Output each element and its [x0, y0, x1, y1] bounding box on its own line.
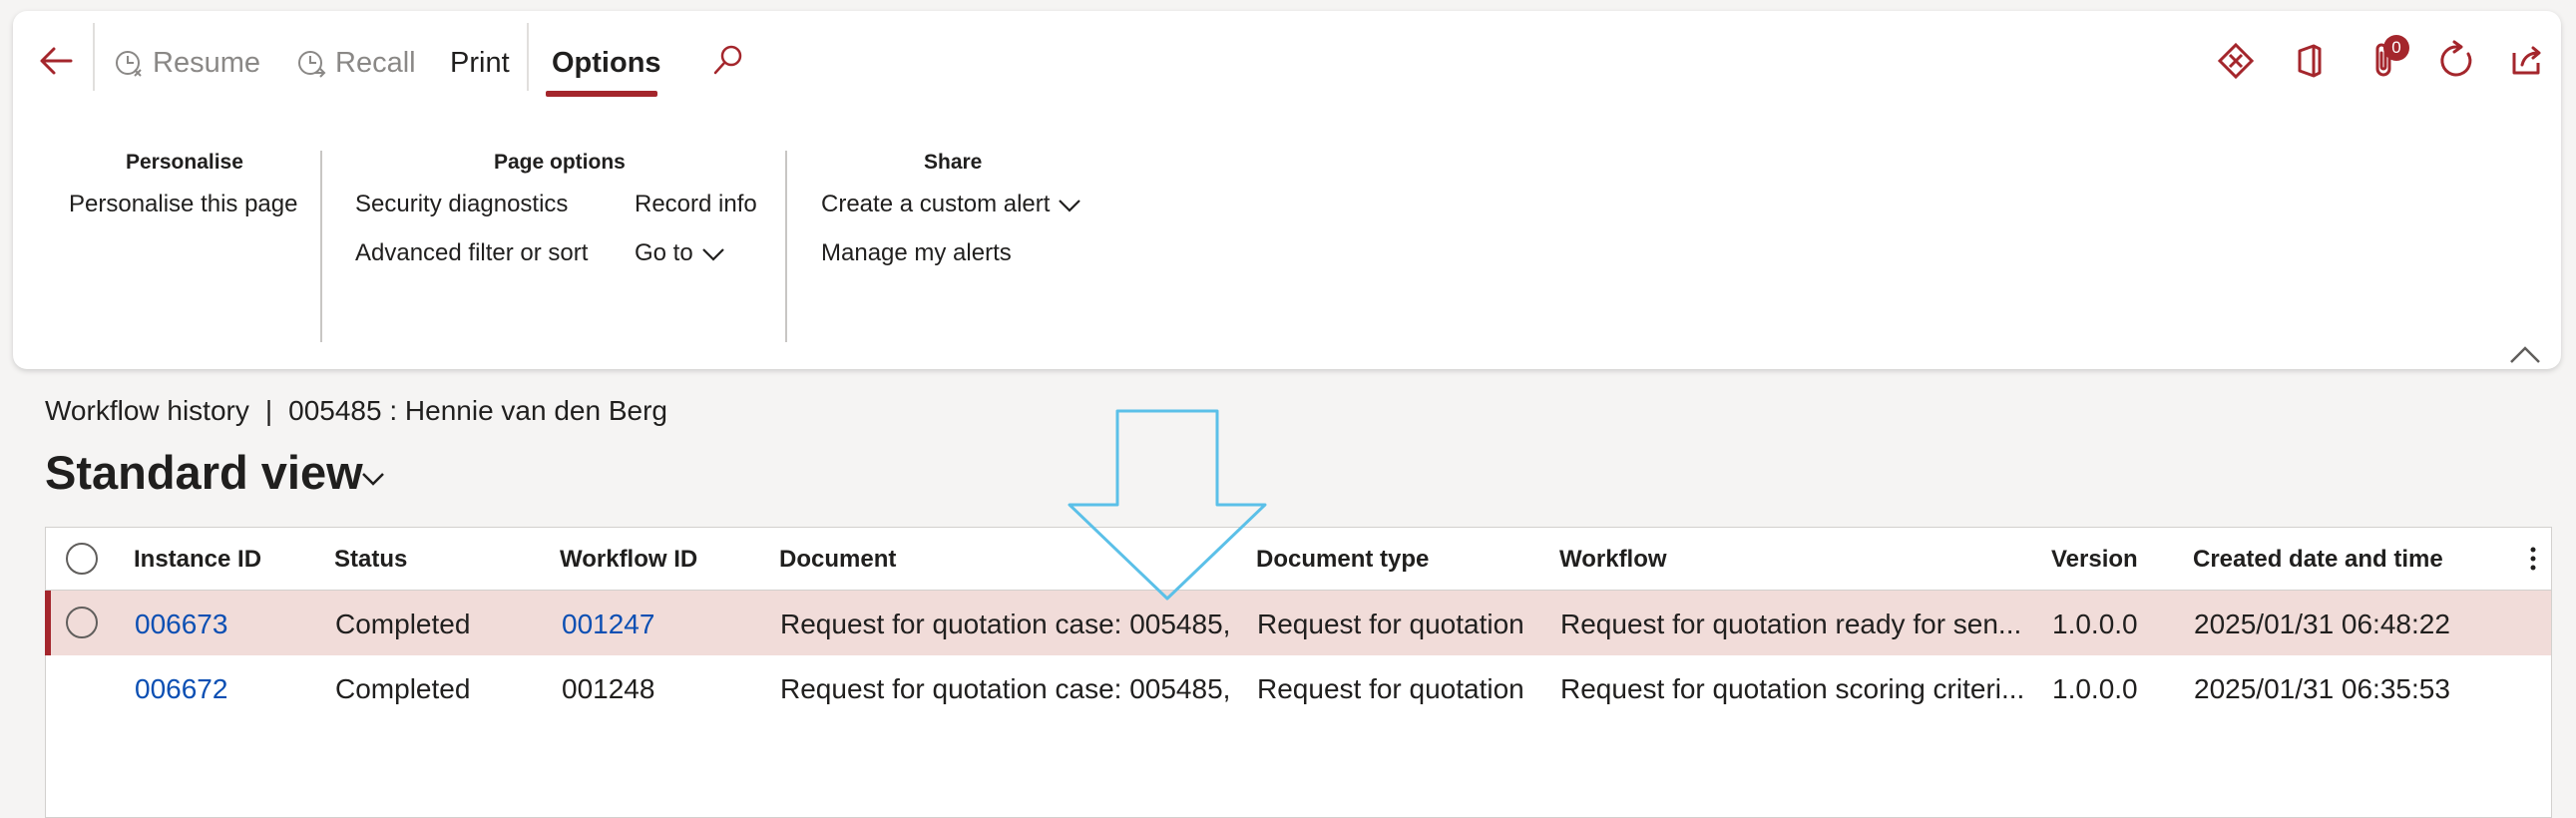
column-header-document[interactable]: Document [779, 546, 896, 574]
table-row[interactable]: 006672 Completed 001248 Request for quot… [46, 655, 2551, 720]
personalise-this-page-button[interactable]: Personalise this page [69, 191, 297, 218]
share-group-title: Share [924, 151, 983, 174]
status-cell: Completed [335, 673, 471, 704]
created-date-cell: 2025/01/31 06:48:22 [2194, 609, 2450, 639]
go-to-button[interactable]: Go to [635, 239, 725, 267]
recall-label: Recall [335, 47, 416, 79]
manage-my-alerts-button[interactable]: Manage my alerts [821, 239, 1012, 267]
table-row[interactable]: 006673 Completed 001247 Request for quot… [45, 591, 2551, 655]
document-type-cell: Request for quotation [1257, 609, 1524, 639]
print-tab[interactable]: Print [450, 35, 510, 91]
breadcrumb-separator: | [264, 395, 273, 426]
workflow-id-cell: 001248 [562, 673, 655, 704]
workflow-history-grid: Instance ID Status Workflow ID Document … [45, 527, 2552, 818]
options-tab[interactable]: Options [552, 35, 661, 91]
active-tab-indicator [546, 91, 657, 97]
resume-button[interactable]: Resume [113, 35, 260, 91]
create-custom-alert-label: Create a custom alert [821, 191, 1051, 217]
personalise-group-title: Personalise [126, 151, 243, 174]
more-options-icon[interactable] [2523, 544, 2543, 574]
group-divider [785, 151, 787, 342]
group-divider [320, 151, 322, 342]
breadcrumb: Workflow history | 005485 : Hennie van den… [45, 395, 667, 427]
document-cell: Request for quotation case: 005485, [780, 609, 1231, 639]
select-all-radio[interactable] [66, 543, 98, 575]
grid-header: Instance ID Status Workflow ID Document … [46, 528, 2551, 591]
security-diagnostics-button[interactable]: Security diagnostics [355, 191, 568, 218]
column-header-version[interactable]: Version [2051, 546, 2138, 574]
document-type-cell: Request for quotation [1257, 673, 1524, 704]
workflow-cell: Request for quotation ready for sen... [1560, 609, 2022, 639]
breadcrumb-record: 005485 : Hennie van den Berg [288, 395, 667, 426]
power-apps-icon[interactable] [2212, 37, 2260, 85]
chevron-down-icon[interactable] [359, 469, 387, 489]
search-icon[interactable] [708, 41, 748, 81]
open-new-window-icon[interactable] [2504, 37, 2552, 85]
chevron-down-icon [701, 247, 724, 261]
column-header-status[interactable]: Status [334, 546, 407, 574]
chevron-down-icon [1059, 199, 1081, 212]
collapse-chevron-up-icon[interactable] [2507, 340, 2543, 368]
advanced-filter-button[interactable]: Advanced filter or sort [355, 239, 588, 267]
go-to-label: Go to [635, 239, 693, 266]
toolbar-separator [93, 23, 95, 91]
record-info-button[interactable]: Record info [635, 191, 757, 218]
recall-clock-icon [298, 51, 326, 79]
column-header-document-type[interactable]: Document type [1256, 546, 1429, 574]
breadcrumb-page: Workflow history [45, 395, 249, 426]
status-cell: Completed [335, 609, 471, 639]
created-date-cell: 2025/01/31 06:35:53 [2194, 673, 2450, 704]
view-name: Standard view [45, 446, 363, 499]
instance-id-link[interactable]: 006673 [135, 609, 227, 640]
attachment-count-badge: 0 [2383, 35, 2409, 61]
column-header-created-date[interactable]: Created date and time [2193, 546, 2443, 574]
create-custom-alert-button[interactable]: Create a custom alert [821, 191, 1081, 218]
recall-button[interactable]: Recall [295, 35, 416, 91]
document-cell: Request for quotation case: 005485, [780, 673, 1231, 704]
toolbar-separator [527, 23, 529, 91]
action-pane: Resume Recall Print Options Personalise … [13, 11, 2561, 369]
instance-id-link[interactable]: 006672 [135, 673, 227, 705]
column-header-workflow[interactable]: Workflow [1559, 546, 1667, 574]
row-select-radio[interactable] [66, 607, 98, 638]
resume-label: Resume [153, 47, 260, 79]
refresh-icon[interactable] [2433, 37, 2481, 85]
workflow-id-link[interactable]: 001247 [562, 609, 654, 640]
column-header-instance-id[interactable]: Instance ID [134, 546, 261, 574]
version-cell: 1.0.0.0 [2052, 673, 2138, 704]
page-options-group-title: Page options [494, 151, 626, 174]
column-header-workflow-id[interactable]: Workflow ID [560, 546, 697, 574]
back-arrow-icon[interactable] [37, 41, 77, 81]
clock-icon [116, 51, 142, 78]
office-icon[interactable] [2286, 37, 2334, 85]
view-selector[interactable]: Standard view [45, 445, 363, 500]
workflow-cell: Request for quotation scoring criteri... [1560, 673, 2025, 704]
version-cell: 1.0.0.0 [2052, 609, 2138, 639]
